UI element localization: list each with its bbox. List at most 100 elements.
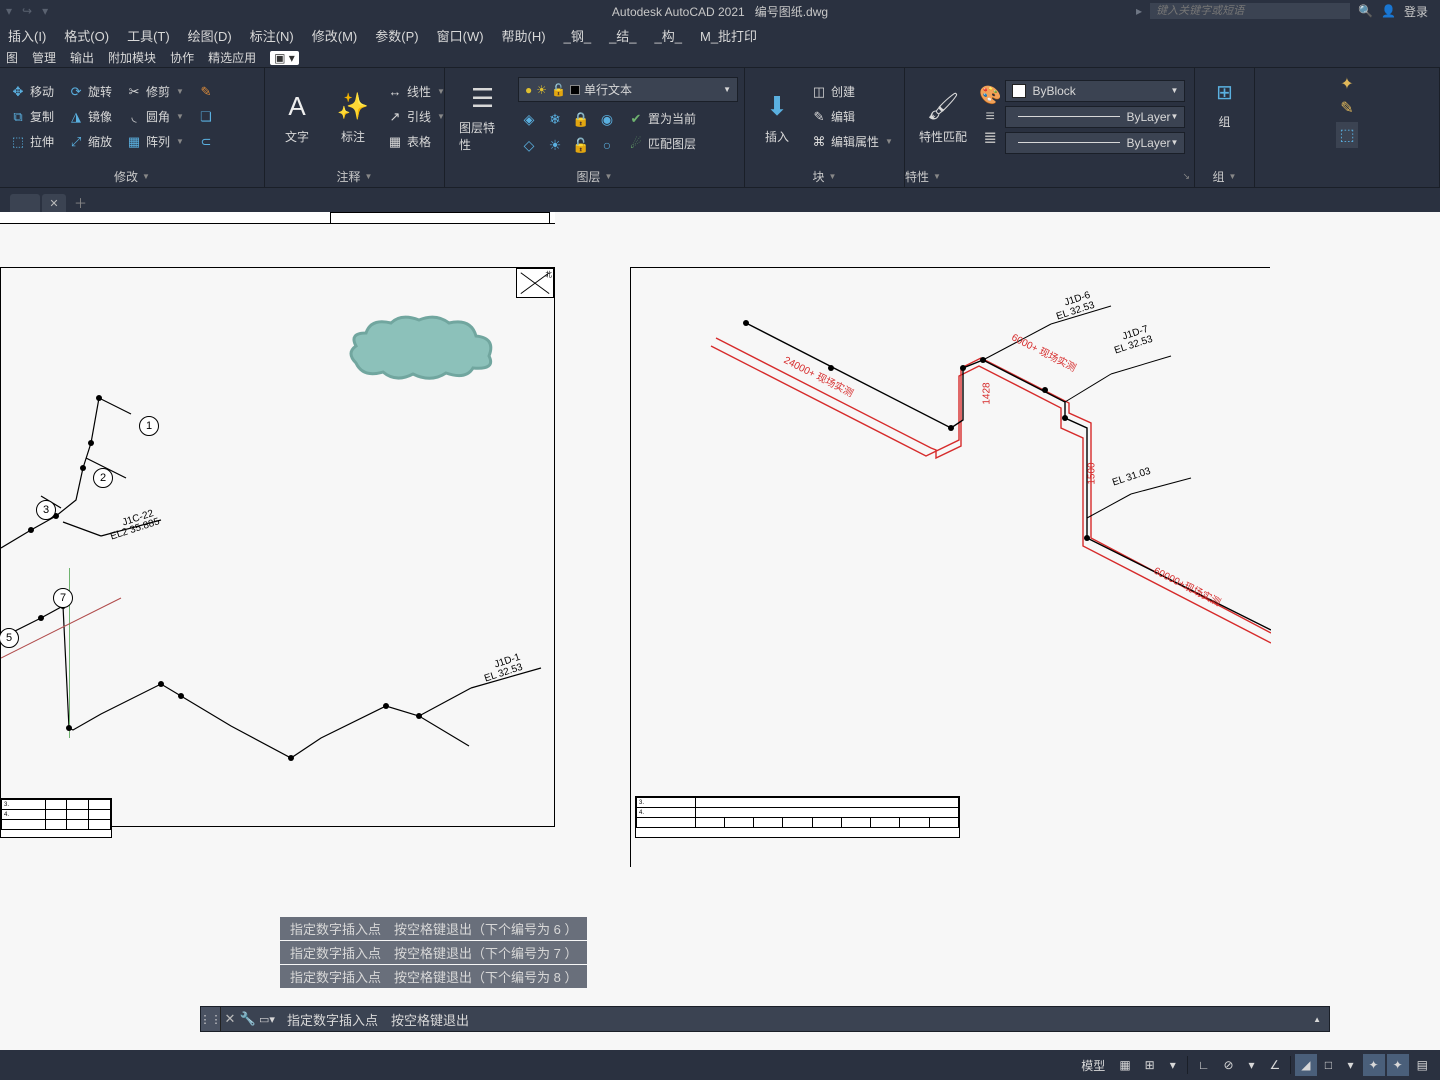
linear-button[interactable]: ↔线性▼ bbox=[383, 81, 449, 102]
login-button[interactable]: 登录 bbox=[1404, 3, 1428, 20]
redo-icon[interactable]: ↪ bbox=[22, 4, 32, 18]
ortho-icon[interactable]: ∟ bbox=[1192, 1054, 1216, 1076]
lineweight-combo[interactable]: ByLayer▼ bbox=[1005, 106, 1185, 128]
color-wheel-icon[interactable]: 🎨 bbox=[979, 85, 1001, 106]
menu-insert[interactable]: 插入(I) bbox=[8, 26, 46, 45]
offset-button[interactable]: ⊂ bbox=[194, 131, 218, 152]
tab-addin[interactable]: 附加模块 bbox=[108, 49, 156, 66]
array-button[interactable]: ▦阵列▼ bbox=[122, 131, 188, 152]
layer-freeze-icon[interactable]: ❄ bbox=[544, 108, 566, 130]
explode-button[interactable]: ❏ bbox=[194, 106, 218, 127]
cmd-grip-icon[interactable]: ⋮⋮ bbox=[201, 1007, 221, 1031]
user-icon[interactable]: 👤 bbox=[1381, 4, 1396, 18]
panel-modify-title: 修改 bbox=[114, 168, 138, 185]
util-icon-1[interactable]: ✦ bbox=[1340, 74, 1353, 94]
util-icon-3[interactable]: ⬚ bbox=[1336, 122, 1357, 148]
fillet-button[interactable]: ◟圆角▼ bbox=[122, 106, 188, 127]
tab-manage[interactable]: 管理 bbox=[32, 49, 56, 66]
table-button[interactable]: ▦表格 bbox=[383, 131, 449, 152]
model-button[interactable]: 模型 bbox=[1075, 1053, 1111, 1078]
linetype-combo[interactable]: ByLayer▼ bbox=[1005, 132, 1185, 154]
mirror-button[interactable]: ◮镜像 bbox=[64, 106, 116, 127]
drawing-canvas[interactable]: 北 1 bbox=[0, 212, 1440, 1080]
dyn-icon[interactable]: ✦ bbox=[1363, 1054, 1385, 1076]
leader-button[interactable]: ↗引线▼ bbox=[383, 106, 449, 127]
menu-steel[interactable]: _钢_ bbox=[564, 26, 591, 45]
matchprops-button[interactable]: 🖌特性匹配 bbox=[911, 85, 975, 149]
stretch-button[interactable]: ⬚拉伸 bbox=[6, 131, 58, 152]
new-tab-button[interactable]: ＋ bbox=[68, 193, 93, 212]
matchlayer-button[interactable]: ☄匹配图层 bbox=[624, 133, 700, 154]
layer-on-icon[interactable]: ◇ bbox=[518, 134, 540, 156]
insert-button[interactable]: ⬇插入 bbox=[751, 85, 803, 149]
layer-off-icon[interactable]: ◈ bbox=[518, 108, 540, 130]
lock-icon: 🔓 bbox=[551, 83, 566, 97]
cmd-recent-icon[interactable]: ▲ bbox=[1313, 1015, 1329, 1024]
tab-collab[interactable]: 协作 bbox=[170, 49, 194, 66]
search-icon[interactable]: 🔍 bbox=[1358, 4, 1373, 18]
qp-icon[interactable]: ▤ bbox=[1411, 1054, 1434, 1076]
ribbon-toggle[interactable]: ▣ ▾ bbox=[270, 51, 299, 65]
blockattr-icon: ⌘ bbox=[811, 134, 827, 150]
blockcreate-button[interactable]: ◫创建 bbox=[807, 81, 897, 102]
doc-tab-current[interactable] bbox=[10, 194, 40, 212]
text-button[interactable]: A文字 bbox=[271, 85, 323, 149]
doc-tab-close[interactable]: ✕ bbox=[42, 194, 66, 212]
bulb-icon: ● bbox=[525, 83, 532, 97]
polar-icon[interactable]: ⊘ bbox=[1217, 1054, 1239, 1076]
tab-view[interactable]: 图 bbox=[6, 49, 18, 66]
menu-gou[interactable]: _构_ bbox=[655, 26, 682, 45]
layer-thaw-icon[interactable]: ☀ bbox=[544, 134, 566, 156]
menu-format[interactable]: 格式(O) bbox=[64, 26, 109, 45]
blockattr-button[interactable]: ⌘编辑属性▼ bbox=[807, 131, 897, 152]
cmd-wrench-icon[interactable]: 🔧 bbox=[239, 1011, 257, 1027]
more3-icon[interactable]: ▾ bbox=[1341, 1054, 1361, 1076]
menu-struct[interactable]: _结_ bbox=[609, 26, 636, 45]
menu-window[interactable]: 窗口(W) bbox=[437, 26, 484, 45]
layer-uniso-icon[interactable]: ○ bbox=[596, 134, 618, 156]
menu-draw[interactable]: 绘图(D) bbox=[188, 26, 232, 45]
erase-button[interactable]: ✎ bbox=[194, 81, 218, 102]
iso-icon[interactable]: ∠ bbox=[1264, 1054, 1287, 1076]
qat-overflow-icon[interactable]: ▾ bbox=[42, 4, 48, 18]
group-button[interactable]: ⊞组 bbox=[1203, 72, 1247, 132]
3dosnap-icon[interactable]: □ bbox=[1319, 1054, 1339, 1076]
cmd-close-icon[interactable]: ✕ bbox=[221, 1011, 239, 1027]
copy-button[interactable]: ⧉复制 bbox=[6, 106, 58, 127]
search-input[interactable] bbox=[1150, 3, 1350, 19]
menu-modify[interactable]: 修改(M) bbox=[312, 26, 358, 45]
tab-output[interactable]: 输出 bbox=[70, 49, 94, 66]
more2-icon[interactable]: ▾ bbox=[1242, 1054, 1262, 1076]
setcurrent-button[interactable]: ✔置为当前 bbox=[624, 108, 700, 129]
grid-icon[interactable]: ▦ bbox=[1113, 1054, 1136, 1076]
undo-pull-icon[interactable]: ▾ bbox=[6, 4, 12, 18]
menu-batchplot[interactable]: M_批打印 bbox=[700, 26, 757, 45]
lwt-icon[interactable]: ✦ bbox=[1387, 1054, 1409, 1076]
textstyle-combo[interactable]: ●☀🔓单行文本▼ bbox=[518, 77, 738, 102]
util-icon-2[interactable]: ✎ bbox=[1340, 98, 1353, 118]
scale-button[interactable]: ⤢缩放 bbox=[64, 131, 116, 152]
move-button[interactable]: ✥移动 bbox=[6, 81, 58, 102]
blockedit-button[interactable]: ✎编辑 bbox=[807, 106, 897, 127]
command-line[interactable]: ⋮⋮ ✕ 🔧 ▭▾ 指定数字插入点 按空格键退出 ▲ bbox=[200, 1006, 1330, 1032]
tab-featured[interactable]: 精选应用 bbox=[208, 49, 256, 66]
menu-help[interactable]: 帮助(H) bbox=[502, 26, 546, 45]
snap-icon[interactable]: ⊞ bbox=[1139, 1054, 1161, 1076]
menu-dim[interactable]: 标注(N) bbox=[250, 26, 294, 45]
layer-lock-icon[interactable]: 🔒 bbox=[570, 108, 592, 130]
trim-button[interactable]: ✂修剪▼ bbox=[122, 81, 188, 102]
overflow-icon[interactable]: ▸ bbox=[1136, 4, 1142, 18]
menu-param[interactable]: 参数(P) bbox=[375, 26, 418, 45]
linetype-icon[interactable]: ≣ bbox=[984, 128, 997, 148]
lineweight-icon[interactable]: ≡ bbox=[986, 108, 995, 126]
layer-iso-icon[interactable]: ◉ bbox=[596, 108, 618, 130]
more1-icon[interactable]: ▾ bbox=[1163, 1054, 1183, 1076]
layer-unlock-icon[interactable]: 🔓 bbox=[570, 134, 592, 156]
color-combo[interactable]: ByBlock▼ bbox=[1005, 80, 1185, 102]
move-icon: ✥ bbox=[10, 84, 26, 100]
layerprops-button[interactable]: ☰图层特性 bbox=[451, 76, 514, 157]
dim-button[interactable]: ✨标注 bbox=[327, 85, 379, 149]
rotate-button[interactable]: ⟳旋转 bbox=[64, 81, 116, 102]
menu-tools[interactable]: 工具(T) bbox=[127, 26, 170, 45]
osnap-icon[interactable]: ◢ bbox=[1295, 1054, 1316, 1076]
